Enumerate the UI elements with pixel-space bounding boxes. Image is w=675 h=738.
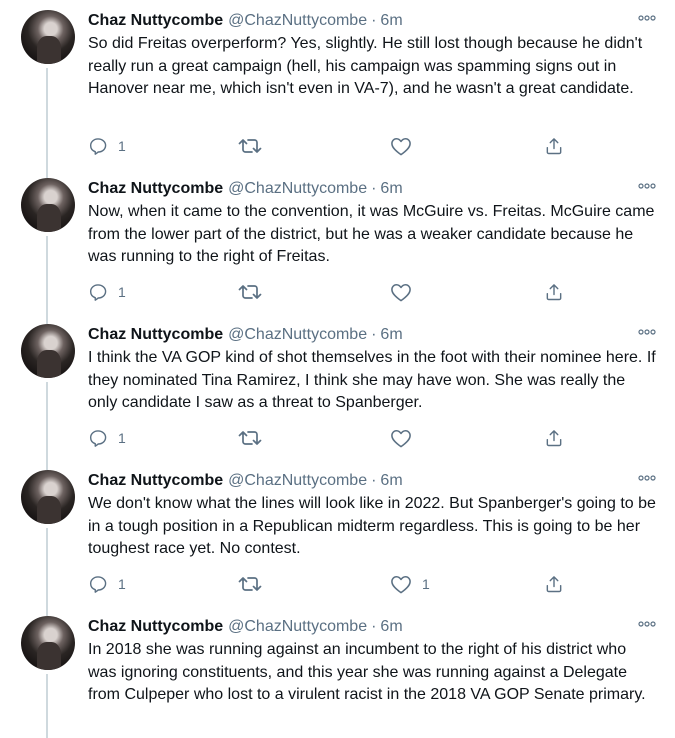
- display-name[interactable]: Chaz Nuttycombe: [88, 324, 223, 346]
- timestamp[interactable]: 6m: [380, 616, 402, 638]
- tweet[interactable]: Chaz Nuttycombe @ChazNuttycombe · 6m I t…: [0, 314, 675, 460]
- thread-line: [46, 606, 48, 616]
- avatar[interactable]: [21, 470, 75, 524]
- reply-icon: [88, 428, 108, 448]
- share-button[interactable]: [544, 426, 564, 450]
- reply-button[interactable]: 1: [88, 280, 126, 304]
- retweet-icon: [238, 574, 262, 594]
- more-icon[interactable]: [637, 616, 657, 632]
- share-button[interactable]: [544, 134, 564, 158]
- user-handle[interactable]: @ChazNuttycombe: [228, 10, 367, 32]
- retweet-button[interactable]: [238, 426, 262, 450]
- like-icon: [390, 282, 412, 302]
- tweet-header: Chaz Nuttycombe @ChazNuttycombe · 6m: [88, 178, 661, 200]
- tweet-header: Chaz Nuttycombe @ChazNuttycombe · 6m: [88, 470, 661, 492]
- reply-button[interactable]: 1: [88, 426, 126, 450]
- share-icon: [544, 282, 564, 302]
- reply-count: 1: [118, 284, 126, 300]
- thread-line: [46, 382, 48, 460]
- tweet-header: Chaz Nuttycombe @ChazNuttycombe · 6m: [88, 10, 661, 32]
- avatar[interactable]: [21, 178, 75, 232]
- timestamp[interactable]: 6m: [380, 178, 402, 200]
- thread-line: [46, 460, 48, 470]
- like-icon: [390, 574, 412, 594]
- tweet[interactable]: Chaz Nuttycombe @ChazNuttycombe · 6m So …: [0, 0, 675, 168]
- share-icon: [544, 574, 564, 594]
- thread-line: [46, 314, 48, 324]
- retweet-icon: [238, 136, 262, 156]
- user-handle[interactable]: @ChazNuttycombe: [228, 470, 367, 492]
- display-name[interactable]: Chaz Nuttycombe: [88, 470, 223, 492]
- reply-count: 1: [118, 576, 126, 592]
- like-icon: [390, 428, 412, 448]
- tweet[interactable]: Chaz Nuttycombe @ChazNuttycombe · 6m Now…: [0, 168, 675, 314]
- separator-dot: ·: [371, 180, 377, 197]
- thread-line: [46, 236, 48, 314]
- display-name[interactable]: Chaz Nuttycombe: [88, 178, 223, 200]
- avatar[interactable]: [21, 10, 75, 64]
- separator-dot: ·: [371, 12, 377, 29]
- reply-button[interactable]: 1: [88, 134, 126, 158]
- like-button[interactable]: 1: [390, 572, 430, 596]
- tweet-text: I think the VA GOP kind of shot themselv…: [88, 349, 656, 411]
- like-button[interactable]: [390, 134, 422, 158]
- thread-line: [46, 674, 48, 738]
- separator-dot: ·: [371, 326, 377, 343]
- timestamp[interactable]: 6m: [380, 10, 402, 32]
- user-handle[interactable]: @ChazNuttycombe: [228, 324, 367, 346]
- like-button[interactable]: [390, 280, 422, 304]
- share-button[interactable]: [544, 572, 564, 596]
- share-icon: [544, 136, 564, 156]
- tweet-header: Chaz Nuttycombe @ChazNuttycombe · 6m: [88, 616, 661, 638]
- tweet-text: In 2018 she was running against an incum…: [88, 641, 646, 703]
- display-name[interactable]: Chaz Nuttycombe: [88, 10, 223, 32]
- timeline: Chaz Nuttycombe @ChazNuttycombe · 6m So …: [0, 0, 675, 738]
- more-icon[interactable]: [637, 324, 657, 340]
- tweet-header: Chaz Nuttycombe @ChazNuttycombe · 6m: [88, 324, 661, 346]
- retweet-button[interactable]: [238, 572, 262, 596]
- user-handle[interactable]: @ChazNuttycombe: [228, 616, 367, 638]
- reply-count: 1: [118, 430, 126, 446]
- avatar[interactable]: [21, 616, 75, 670]
- more-icon[interactable]: [637, 470, 657, 486]
- timestamp[interactable]: 6m: [380, 470, 402, 492]
- timestamp[interactable]: 6m: [380, 324, 402, 346]
- user-handle[interactable]: @ChazNuttycombe: [228, 178, 367, 200]
- more-icon[interactable]: [637, 10, 657, 26]
- tweet-text: So did Freitas overperform? Yes, slightl…: [88, 35, 643, 97]
- retweet-button[interactable]: [238, 280, 262, 304]
- tweet[interactable]: Chaz Nuttycombe @ChazNuttycombe · 6m In …: [0, 606, 675, 738]
- tweet-text: We don't know what the lines will look l…: [88, 495, 656, 557]
- reply-button[interactable]: 1: [88, 572, 126, 596]
- reply-icon: [88, 282, 108, 302]
- avatar[interactable]: [21, 324, 75, 378]
- separator-dot: ·: [371, 472, 377, 489]
- share-icon: [544, 428, 564, 448]
- thread-line: [46, 528, 48, 606]
- tweet[interactable]: Chaz Nuttycombe @ChazNuttycombe · 6m We …: [0, 460, 675, 606]
- like-count: 1: [422, 576, 430, 592]
- like-button[interactable]: [390, 426, 422, 450]
- reply-icon: [88, 136, 108, 156]
- retweet-icon: [238, 428, 262, 448]
- retweet-button[interactable]: [238, 134, 262, 158]
- more-icon[interactable]: [637, 178, 657, 194]
- tweet-text: Now, when it came to the convention, it …: [88, 203, 655, 265]
- reply-count: 1: [118, 138, 126, 154]
- retweet-icon: [238, 282, 262, 302]
- reply-icon: [88, 574, 108, 594]
- share-button[interactable]: [544, 280, 564, 304]
- like-icon: [390, 136, 412, 156]
- thread-line: [46, 68, 48, 168]
- separator-dot: ·: [371, 618, 377, 635]
- thread-line: [46, 168, 48, 178]
- display-name[interactable]: Chaz Nuttycombe: [88, 616, 223, 638]
